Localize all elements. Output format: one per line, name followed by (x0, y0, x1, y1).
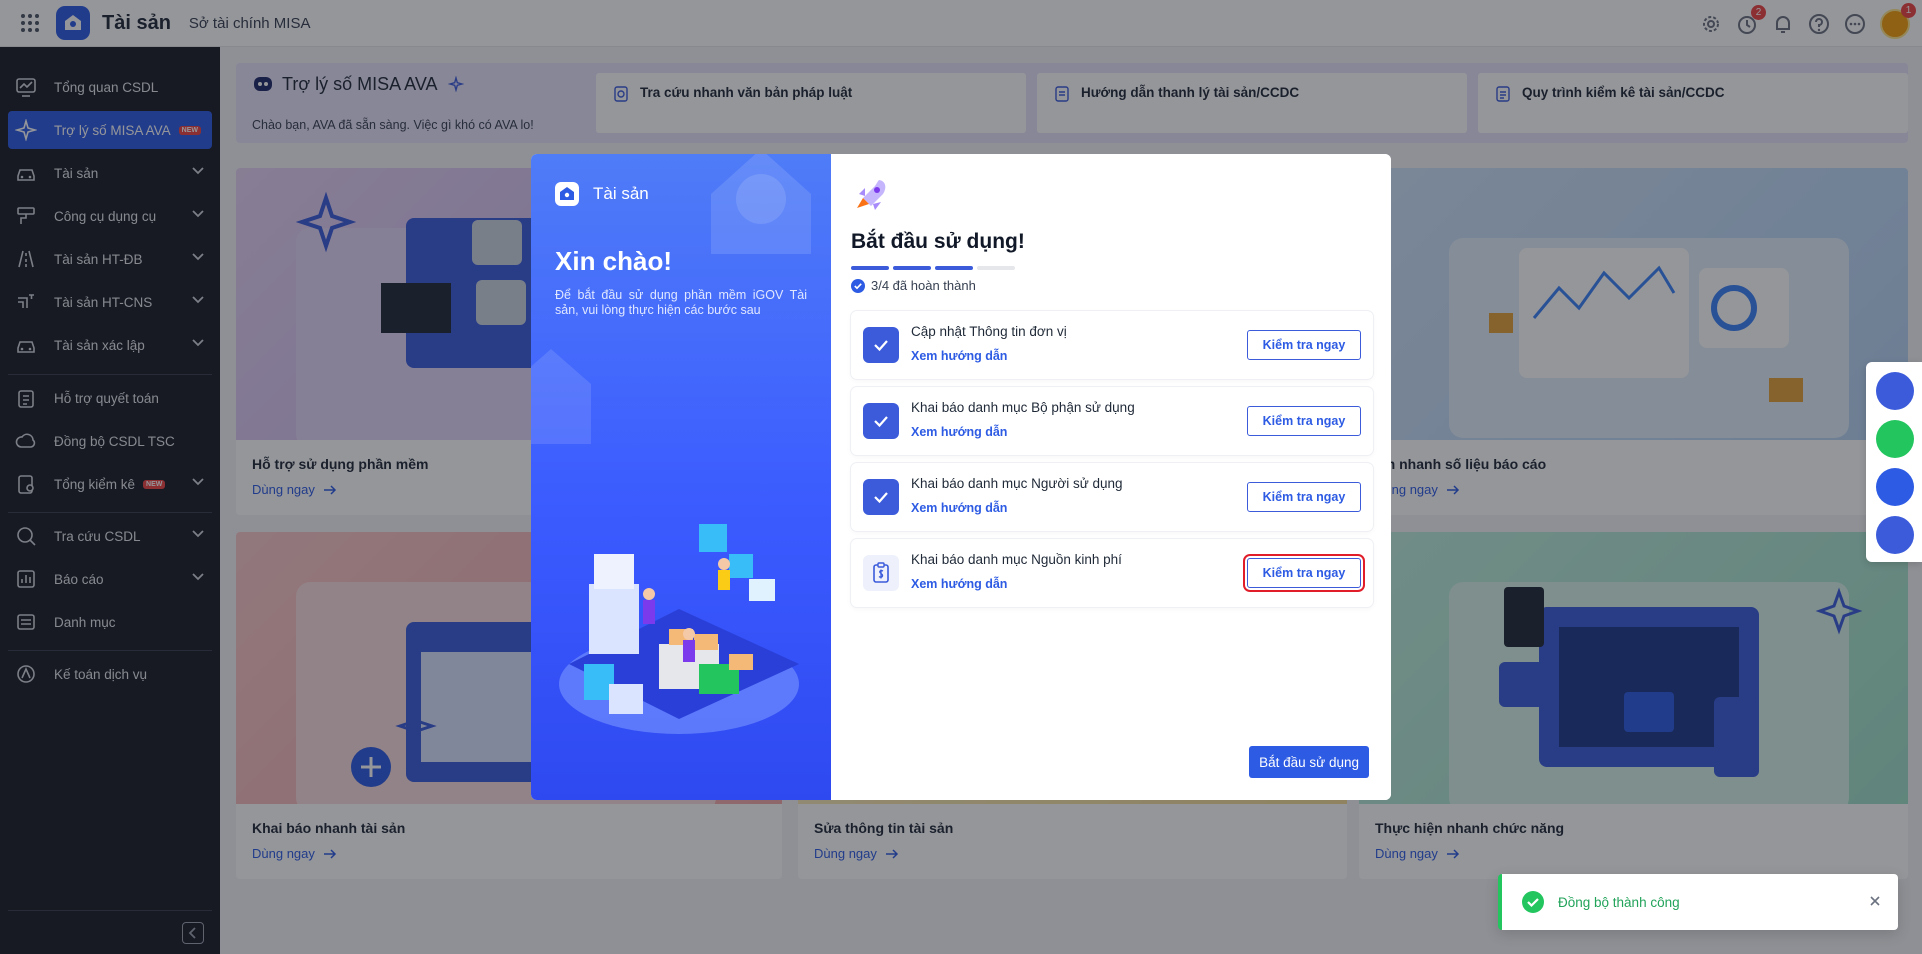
check-circle-icon (851, 278, 865, 293)
view-guide-link[interactable]: Xem hướng dẫn (911, 349, 1007, 363)
view-guide-link[interactable]: Xem hướng dẫn (911, 425, 1007, 439)
ava-bot-button[interactable] (1876, 468, 1914, 506)
check-now-button[interactable]: Kiểm tra ngay (1243, 554, 1365, 592)
progress-text: 3/4 đã hoàn thành (871, 278, 976, 293)
isometric-office-illustration (559, 524, 799, 734)
step-funding-source-catalog: Khai báo danh mục Nguồn kinh phí Xem hướ… (851, 539, 1373, 607)
chat-bot-button[interactable] (1876, 420, 1914, 458)
progress-status: 3/4 đã hoàn thành (851, 278, 976, 293)
step-name: Cập nhật Thông tin đơn vị (911, 324, 1067, 339)
progress-bar (851, 266, 1015, 270)
modal-brand-text: Tài sản (593, 184, 649, 203)
step-name: Khai báo danh mục Bộ phận sử dụng (911, 400, 1135, 415)
floating-assistant-bar (1866, 362, 1922, 562)
modal-welcome-panel: Tài sản Xin chào! Để bắt đầu sử dụng phầ… (531, 154, 831, 800)
success-check-icon (1522, 891, 1544, 913)
community-button[interactable] (1876, 516, 1914, 554)
modal-brand: Tài sản (555, 182, 649, 206)
progress-segment (935, 266, 973, 270)
progress-segment (893, 266, 931, 270)
check-now-button[interactable]: Kiểm tra ngay (1247, 482, 1361, 512)
step-done-check-icon (863, 403, 899, 439)
welcome-description: Để bắt đầu sử dụng phần mềm iGOV Tài sản… (555, 288, 807, 317)
step-unit-info: Cập nhật Thông tin đơn vị Xem hướng dẫn … (851, 311, 1373, 379)
progress-segment (851, 266, 889, 270)
close-icon[interactable] (1868, 894, 1882, 908)
start-using-button[interactable]: Bắt đầu sử dụng (1249, 746, 1369, 778)
step-name: Khai báo danh mục Người sử dụng (911, 476, 1123, 491)
modal-steps-panel: Bắt đầu sử dụng! 3/4 đã hoàn thành Cập n… (831, 154, 1391, 800)
step-done-check-icon (863, 479, 899, 515)
house-watermark-icon (711, 154, 811, 254)
step-department-catalog: Khai báo danh mục Bộ phận sử dụng Xem hư… (851, 387, 1373, 455)
getting-started-modal: Tài sản Xin chào! Để bắt đầu sử dụng phầ… (531, 154, 1391, 800)
quick-action-button[interactable] (1876, 372, 1914, 410)
check-now-button[interactable]: Kiểm tra ngay (1247, 330, 1361, 360)
funding-document-icon (863, 555, 899, 591)
progress-segment (977, 266, 1015, 270)
step-done-check-icon (863, 327, 899, 363)
check-now-button[interactable]: Kiểm tra ngay (1247, 406, 1361, 436)
view-guide-link[interactable]: Xem hướng dẫn (911, 501, 1007, 515)
step-user-catalog: Khai báo danh mục Người sử dụng Xem hướn… (851, 463, 1373, 531)
app-logo-icon (555, 182, 579, 206)
success-toast: Đồng bộ thành công (1498, 874, 1898, 930)
modal-title: Bắt đầu sử dụng! (851, 230, 1025, 253)
toast-message: Đồng bộ thành công (1558, 894, 1680, 910)
welcome-heading: Xin chào! (555, 246, 673, 276)
rocket-icon (857, 180, 886, 210)
view-guide-link[interactable]: Xem hướng dẫn (911, 577, 1007, 591)
house-watermark-icon (531, 349, 591, 444)
step-name: Khai báo danh mục Nguồn kinh phí (911, 552, 1122, 567)
